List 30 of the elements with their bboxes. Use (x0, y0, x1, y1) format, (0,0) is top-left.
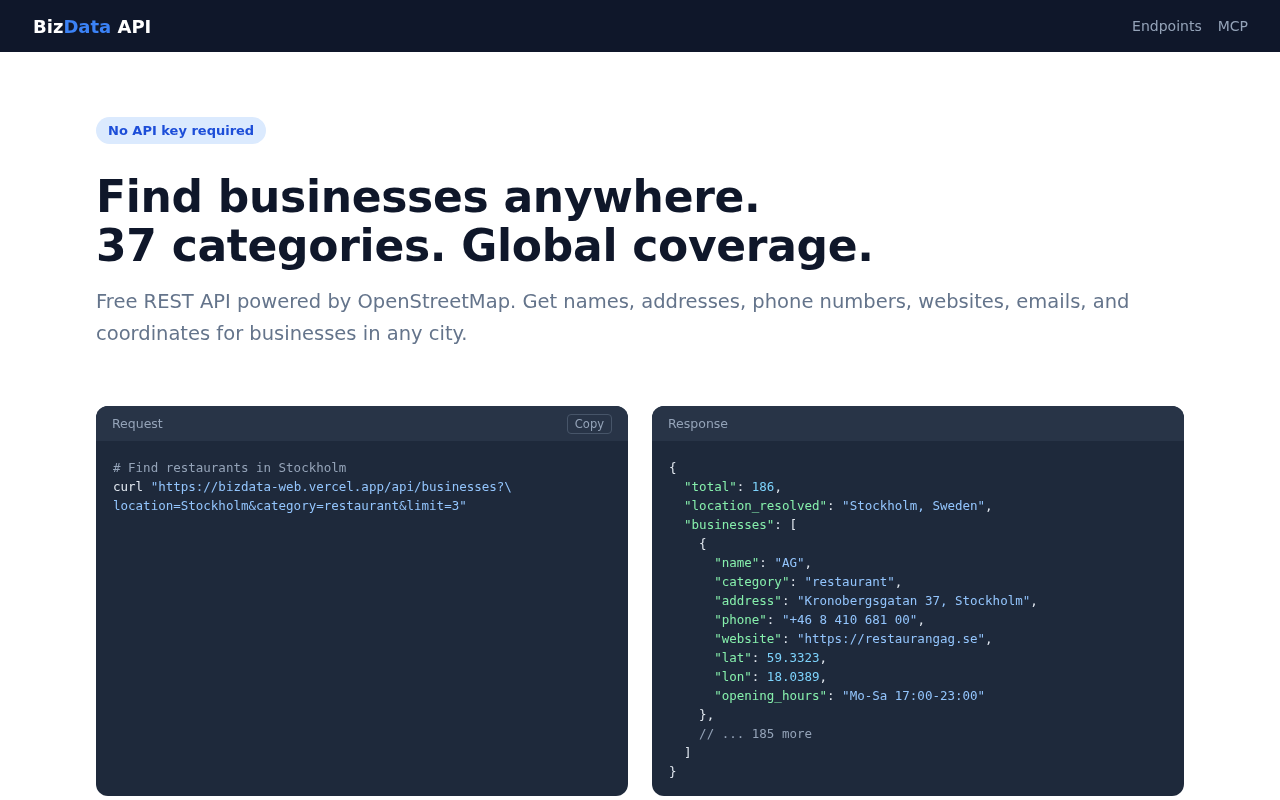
panel-title: Response (668, 416, 729, 431)
nav-link[interactable]: Endpoints (1132, 18, 1202, 34)
copy-button[interactable]: Copy (566, 413, 612, 434)
code-line: { (698, 535, 708, 553)
code-line: { (669, 459, 678, 477)
subtitle: Free REST API powered by OpenStreetMap. Get names, addresses, phone numbers, websites, emails, and coordinates for businesses in any city. (96, 289, 1131, 347)
code-line: "opening_hours": "Mo-Sa 17:00-23:00" (713, 687, 987, 705)
code-line: "category": "restaurant", (713, 573, 904, 591)
code-line: "total": 186, (683, 478, 783, 496)
code-line: "name": "AG", (713, 554, 813, 572)
badge: No API key required (96, 117, 267, 144)
code-line: ] (683, 744, 693, 762)
code-line: curl "https://bizdata-web.vercel.app/api/businesses?\ (113, 478, 513, 496)
code-line: "website": "https://restaurangag.se", (713, 630, 994, 648)
headline: 37 categories. Global coverage. (96, 221, 875, 270)
code-line: } (669, 763, 678, 781)
code-line: }, (698, 706, 716, 724)
code-line: "location_resolved": "Stockholm, Sweden", (683, 497, 994, 515)
nav-link[interactable]: MCP (1217, 18, 1248, 34)
code-line: "lon": 18.0389, (713, 668, 829, 686)
code-line: "lat": 59.3323, (713, 649, 829, 667)
logo[interactable]: BizData API (33, 15, 152, 37)
code-line: location=Stockholm&category=restaurant&limit=3" (113, 497, 468, 515)
code-line: // ... 185 more (698, 725, 813, 743)
code-line: "businesses": [ (683, 516, 798, 534)
code-line: "phone": "+46 8 410 681 00", (713, 611, 926, 629)
panel-title: Request (112, 416, 163, 431)
code-line: "address": "Kronobergsgatan 37, Stockholm", (713, 592, 1039, 610)
code-line: # Find restaurants in Stockholm (113, 459, 348, 477)
headline: Find businesses anywhere. (96, 172, 762, 221)
